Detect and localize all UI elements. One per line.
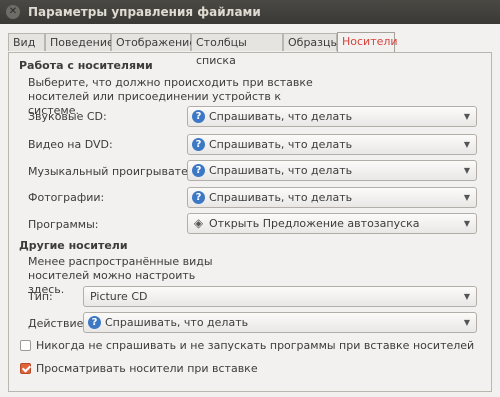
tab-media[interactable]: Носители <box>337 32 398 52</box>
audio-cd-label: Звуковые CD: <box>28 110 107 123</box>
chevron-down-icon: ▼ <box>463 193 470 202</box>
dvd-video-value: Спрашивать, что делать <box>209 138 353 151</box>
photos-select[interactable]: ? Спрашивать, что делать ▼ <box>187 187 477 208</box>
autorun-icon: ◈ <box>193 216 204 230</box>
question-icon: ? <box>192 191 205 204</box>
music-player-value: Спрашивать, что делать <box>209 164 353 177</box>
software-value: Открыть Предложение автозапуска <box>209 217 420 230</box>
audio-cd-value: Спрашивать, что делать <box>209 110 353 123</box>
chevron-down-icon: ▼ <box>463 112 470 121</box>
never-ask-checkbox[interactable] <box>20 340 31 351</box>
action-value: Спрашивать, что делать <box>105 316 249 329</box>
action-select[interactable]: ? Спрашивать, что делать ▼ <box>83 312 477 333</box>
software-select[interactable]: ◈ Открыть Предложение автозапуска ▼ <box>187 213 477 234</box>
question-icon: ? <box>192 164 205 177</box>
question-icon: ? <box>88 316 101 329</box>
browse-media-checkbox[interactable] <box>20 363 31 374</box>
never-ask-label[interactable]: Никогда не спрашивать и не запускать про… <box>36 339 474 352</box>
tab-preview[interactable]: Образцы <box>283 33 339 51</box>
tab-display[interactable]: Отображение <box>111 33 196 51</box>
audio-cd-select[interactable]: ? Спрашивать, что делать ▼ <box>187 106 477 127</box>
window-title: Параметры управления файлами <box>28 5 261 19</box>
chevron-down-icon: ▼ <box>463 219 470 228</box>
music-player-label: Музыкальный проигрыватель: <box>28 165 206 178</box>
chevron-down-icon: ▼ <box>463 140 470 149</box>
browse-media-label[interactable]: Просматривать носители при вставке <box>36 362 258 375</box>
photos-label: Фотографии: <box>28 191 105 204</box>
type-select[interactable]: Picture CD ▼ <box>83 286 477 307</box>
tab-behavior[interactable]: Поведение <box>45 33 114 51</box>
question-icon: ? <box>192 110 205 123</box>
software-label: Программы: <box>28 218 99 231</box>
other-media-heading: Другие носители <box>19 239 128 252</box>
close-icon[interactable]: ✕ <box>6 5 20 19</box>
dvd-video-select[interactable]: ? Спрашивать, что делать ▼ <box>187 134 477 155</box>
chevron-down-icon: ▼ <box>463 318 470 327</box>
tab-view[interactable]: Вид <box>8 33 45 51</box>
chevron-down-icon: ▼ <box>463 292 470 301</box>
question-icon: ? <box>192 138 205 151</box>
dvd-video-label: Видео на DVD: <box>28 138 113 151</box>
action-label: Действие: <box>28 317 88 330</box>
photos-value: Спрашивать, что делать <box>209 191 353 204</box>
title-bar: ✕ Параметры управления файлами <box>0 0 500 24</box>
music-player-select[interactable]: ? Спрашивать, что делать ▼ <box>187 160 477 181</box>
type-value: Picture CD <box>90 290 148 303</box>
chevron-down-icon: ▼ <box>463 166 470 175</box>
type-label: Тип: <box>28 290 53 303</box>
tab-list-columns[interactable]: Столбцы списка <box>191 33 283 67</box>
media-section-heading: Работа с носителями <box>19 59 153 72</box>
